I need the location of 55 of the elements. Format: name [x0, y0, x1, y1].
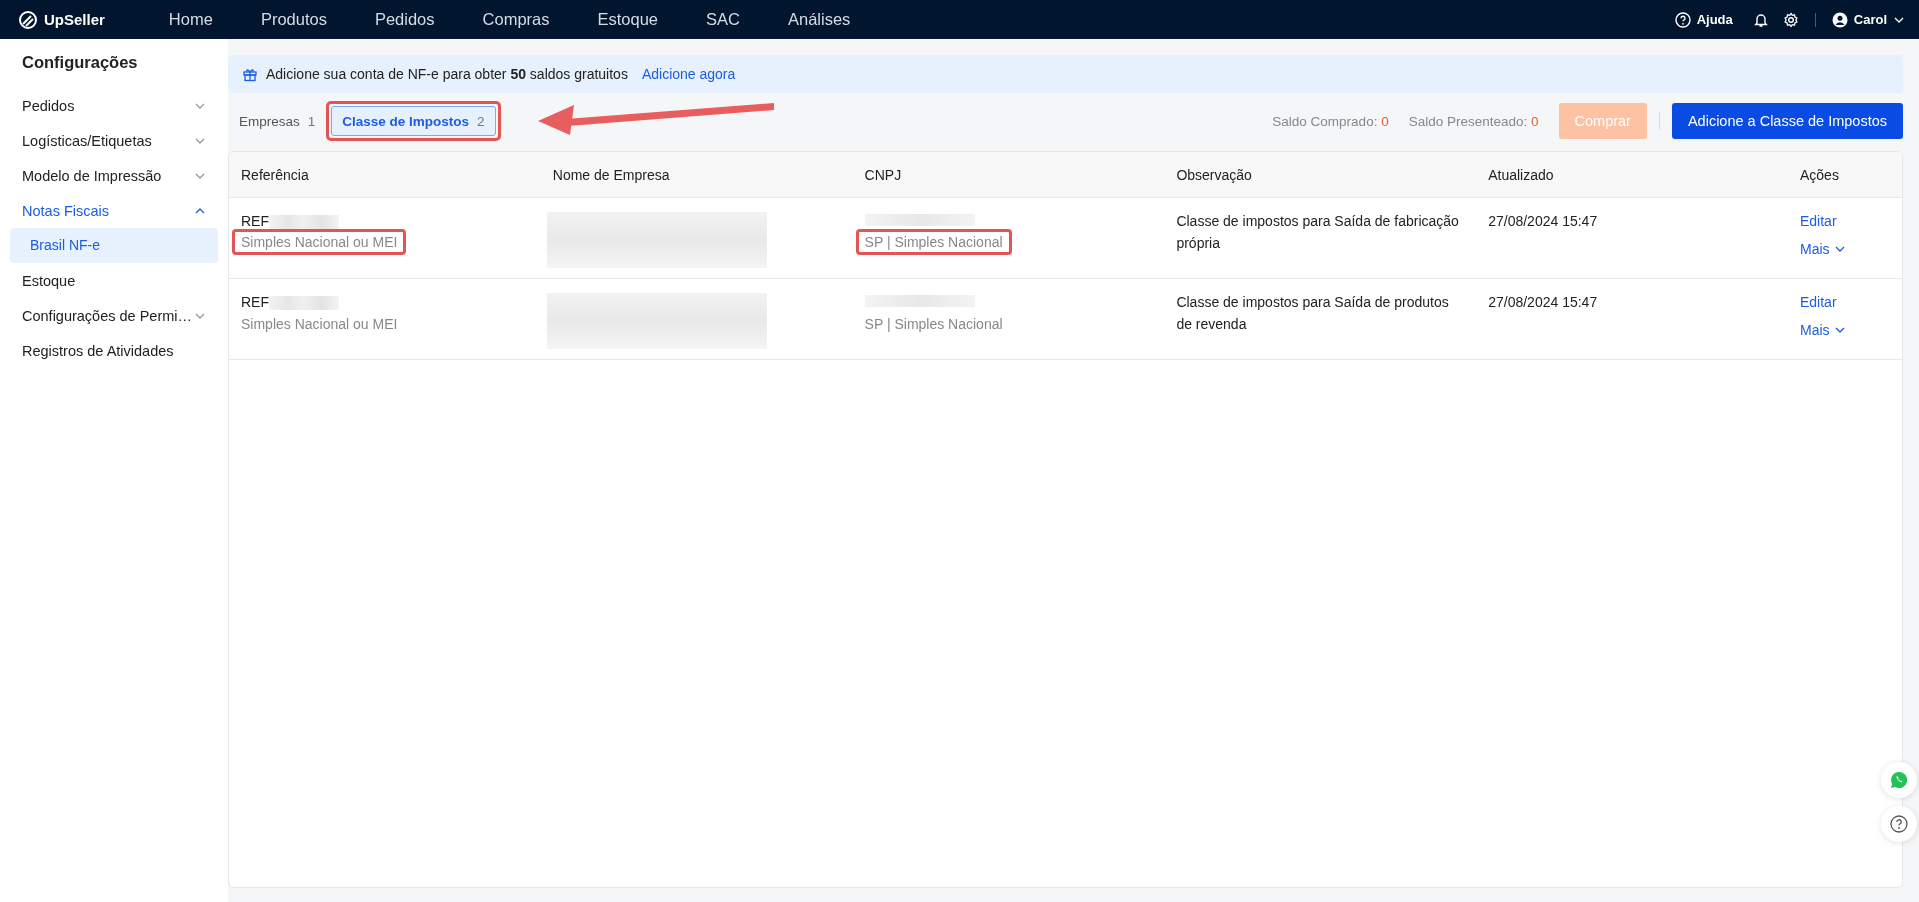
sidebar-item[interactable]: Modelo de Impressão	[10, 158, 218, 193]
add-tax-class-button[interactable]: Adicione a Classe de Impostos	[1671, 103, 1903, 139]
help-link[interactable]: Ajuda	[1696, 12, 1733, 27]
help-button[interactable]	[1881, 806, 1917, 842]
help-icon	[1890, 815, 1908, 833]
table-cell: Classe de impostos para Saída de fabricação própria	[1176, 213, 1459, 251]
tab[interactable]: Classe de Impostos 2	[331, 106, 496, 136]
gift-icon	[242, 66, 258, 82]
add-now-link[interactable]: Adicione agora	[641, 66, 736, 82]
column-header: CNPJ	[864, 166, 902, 183]
sidebar-item[interactable]: Notas Fiscais	[10, 193, 218, 228]
edit-link[interactable]: Editar	[1800, 291, 1837, 313]
sidebar-subitem[interactable]: Brasil NF-e	[10, 228, 218, 263]
cnpj-detail-text: SP | Simples Nacional	[864, 315, 1004, 334]
logo-text: UpSeller	[44, 11, 105, 28]
tax-regime-text: Simples Nacional ou MEI	[241, 315, 399, 334]
settings-icon[interactable]	[1782, 11, 1799, 28]
help-icon[interactable]	[1674, 11, 1691, 28]
nav-menu-item[interactable]: Análises	[764, 10, 875, 29]
column-header: Referência	[241, 166, 309, 183]
nav-menu-item[interactable]: Produtos	[236, 10, 351, 29]
user-menu[interactable]: Carol	[1853, 12, 1887, 27]
sidebar-item[interactable]: Pedidos	[10, 88, 218, 123]
nav-menu-item[interactable]: Estoque	[573, 10, 683, 29]
column-header: Ações	[1800, 166, 1839, 183]
banner-text: Adicione sua conta de NF-e para obter 50 saldos gratuitos	[266, 66, 628, 82]
table-cell: Classe de impostos para Saída de produtos de revenda	[1176, 294, 1449, 332]
user-avatar-icon[interactable]	[1831, 11, 1848, 28]
sidebar-item[interactable]: Logísticas/Etiquetas	[10, 123, 218, 158]
balance-label: Saldo Presenteado: 0	[1408, 113, 1539, 129]
nav-menu-item[interactable]: Compras	[458, 10, 574, 29]
tax-regime-text: Simples Nacional ou MEI	[241, 233, 398, 252]
cnpj-detail-text: SP | Simples Nacional	[864, 233, 1003, 252]
column-header: Nome de Empresa	[552, 166, 670, 183]
sidebar-item[interactable]: Registros de Atividades	[10, 333, 218, 368]
chat-bubble-icon	[1890, 771, 1908, 789]
nav-menu-item[interactable]: SAC	[682, 10, 764, 29]
more-link[interactable]: Mais	[1800, 238, 1846, 260]
column-header: Observação	[1176, 166, 1252, 183]
reference-text: REF	[241, 213, 269, 229]
table-cell: 27/08/2024 15:47	[1488, 294, 1598, 310]
table-cell: 27/08/2024 15:47	[1488, 213, 1598, 229]
sidebar-item[interactable]: Estoque	[10, 263, 218, 298]
tab[interactable]: Empresas 1	[228, 106, 327, 136]
edit-link[interactable]: Editar	[1800, 210, 1837, 232]
reference-text: REF	[241, 294, 269, 310]
column-header: Atualizado	[1488, 166, 1554, 183]
sidebar-item[interactable]: Configurações de Permi…	[10, 298, 218, 333]
sidebar-title: Configurações	[22, 53, 138, 72]
logo-icon	[18, 9, 38, 30]
nav-menu-item[interactable]: Pedidos	[350, 10, 459, 29]
bell-icon[interactable]	[1752, 11, 1769, 28]
nav-menu-item[interactable]: Home	[144, 10, 237, 29]
balance-label: Saldo Comprado: 0	[1272, 113, 1389, 129]
more-link[interactable]: Mais	[1800, 319, 1846, 341]
